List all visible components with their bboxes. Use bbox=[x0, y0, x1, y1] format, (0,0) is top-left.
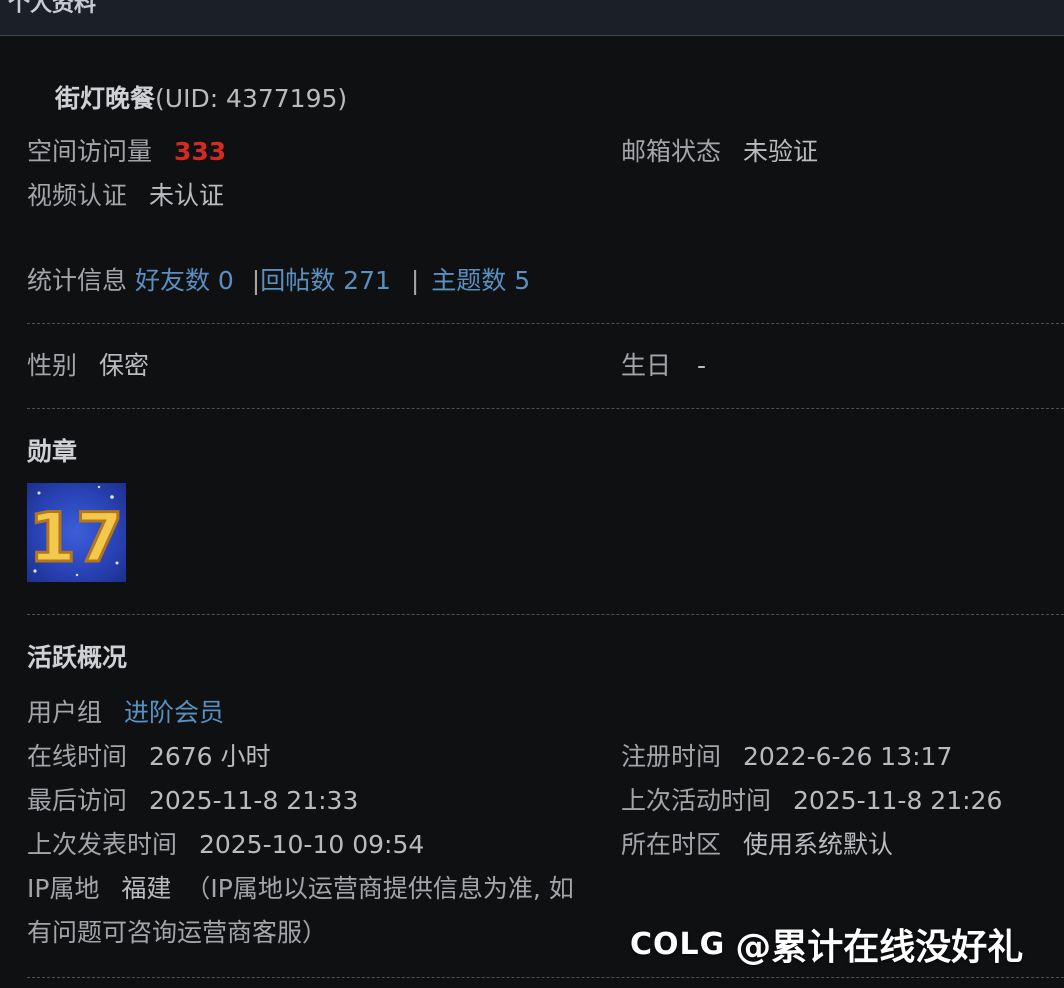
profile-name-row: 街灯晚餐(UID: 4377195) bbox=[55, 84, 347, 114]
divider bbox=[27, 977, 1064, 978]
timezone-value: 使用系统默认 bbox=[742, 830, 893, 859]
register-time-label: 注册时间 bbox=[621, 742, 722, 771]
uid: (UID: 4377195) bbox=[155, 84, 348, 113]
last-visit-label: 最后访问 bbox=[27, 786, 128, 815]
last-active-label: 上次活动时间 bbox=[621, 786, 772, 815]
user-group-row: 用户组 进阶会员 bbox=[27, 698, 224, 728]
last-post-value: 2025-10-10 09:54 bbox=[198, 830, 425, 859]
last-post-row: 上次发表时间 2025-10-10 09:54 bbox=[27, 830, 424, 860]
page-title: 个人资料 bbox=[8, 0, 97, 17]
threads-count-link[interactable]: 主题数 5 bbox=[431, 266, 530, 295]
ip-location-row: IP属地 福建 （IP属地以运营商提供信息为准, 如 bbox=[27, 874, 574, 904]
medal-17-icon: 17 bbox=[27, 485, 125, 580]
timezone-label: 所在时区 bbox=[621, 830, 722, 859]
last-visit-row: 最后访问 2025-11-8 21:33 bbox=[27, 786, 358, 816]
last-active-row: 上次活动时间 2025-11-8 21:26 bbox=[621, 786, 1002, 816]
online-time-label: 在线时间 bbox=[27, 742, 128, 771]
replies-count-link[interactable]: 回帖数 271 bbox=[260, 266, 391, 295]
register-time-value: 2022-6-26 13:17 bbox=[742, 742, 953, 771]
ip-location-value: 福建 bbox=[121, 874, 172, 903]
watermark-text: @累计在线没好礼 bbox=[735, 927, 1024, 968]
ip-location-label: IP属地 bbox=[27, 874, 100, 903]
divider bbox=[27, 408, 1064, 409]
email-status-row: 邮箱状态 未验证 bbox=[621, 137, 818, 167]
stats-divider: | bbox=[410, 266, 420, 295]
register-time-row: 注册时间 2022-6-26 13:17 bbox=[621, 742, 952, 772]
colg-logo: COLG bbox=[630, 926, 726, 962]
medals-heading: 勋章 bbox=[27, 437, 78, 466]
medal-number: 17 bbox=[29, 499, 124, 578]
user-group-link[interactable]: 进阶会员 bbox=[124, 698, 224, 727]
stats-row: 统计信息 好友数 0 |回帖数 271 | 主题数 5 bbox=[27, 266, 530, 296]
last-active-value: 2025-11-8 21:26 bbox=[792, 786, 1003, 815]
divider bbox=[27, 323, 1064, 324]
medal-badge[interactable]: 17 bbox=[27, 483, 126, 582]
online-time-value: 2676 小时 bbox=[148, 742, 271, 771]
gender-label: 性别 bbox=[27, 351, 78, 380]
username: 街灯晚餐 bbox=[55, 84, 156, 113]
divider bbox=[27, 614, 1064, 615]
space-visits-value[interactable]: 333 bbox=[174, 137, 226, 166]
gender-row: 性别 保密 bbox=[27, 351, 149, 381]
user-group-label: 用户组 bbox=[27, 698, 103, 727]
ip-location-note-cont: 有问题可咨询运营商客服） bbox=[27, 918, 328, 947]
video-verify-value: 未认证 bbox=[148, 181, 224, 210]
stats-label: 统计信息 bbox=[27, 266, 128, 295]
timezone-row: 所在时区 使用系统默认 bbox=[621, 830, 893, 860]
birthday-label: 生日 bbox=[621, 351, 672, 380]
space-visits-row: 空间访问量 333 bbox=[27, 137, 226, 167]
last-visit-value: 2025-11-8 21:33 bbox=[148, 786, 359, 815]
gender-value: 保密 bbox=[98, 351, 149, 380]
activity-heading: 活跃概况 bbox=[27, 643, 128, 672]
stats-divider: | bbox=[251, 266, 261, 295]
header-bar: 个人资料 bbox=[0, 0, 1064, 36]
space-visits-label: 空间访问量 bbox=[27, 137, 153, 166]
birthday-row: 生日 - bbox=[621, 351, 706, 381]
friends-count-link[interactable]: 好友数 0 bbox=[135, 266, 234, 295]
watermark: COLG @累计在线没好礼 bbox=[630, 920, 1024, 969]
online-time-row: 在线时间 2676 小时 bbox=[27, 742, 271, 772]
video-verify-label: 视频认证 bbox=[27, 181, 128, 210]
last-post-label: 上次发表时间 bbox=[27, 830, 178, 859]
email-status-label: 邮箱状态 bbox=[621, 137, 722, 166]
email-status-value: 未验证 bbox=[742, 137, 818, 166]
ip-location-note: （IP属地以运营商提供信息为准, 如 bbox=[185, 874, 574, 903]
video-verify-row: 视频认证 未认证 bbox=[27, 181, 224, 211]
birthday-value: - bbox=[696, 351, 706, 380]
